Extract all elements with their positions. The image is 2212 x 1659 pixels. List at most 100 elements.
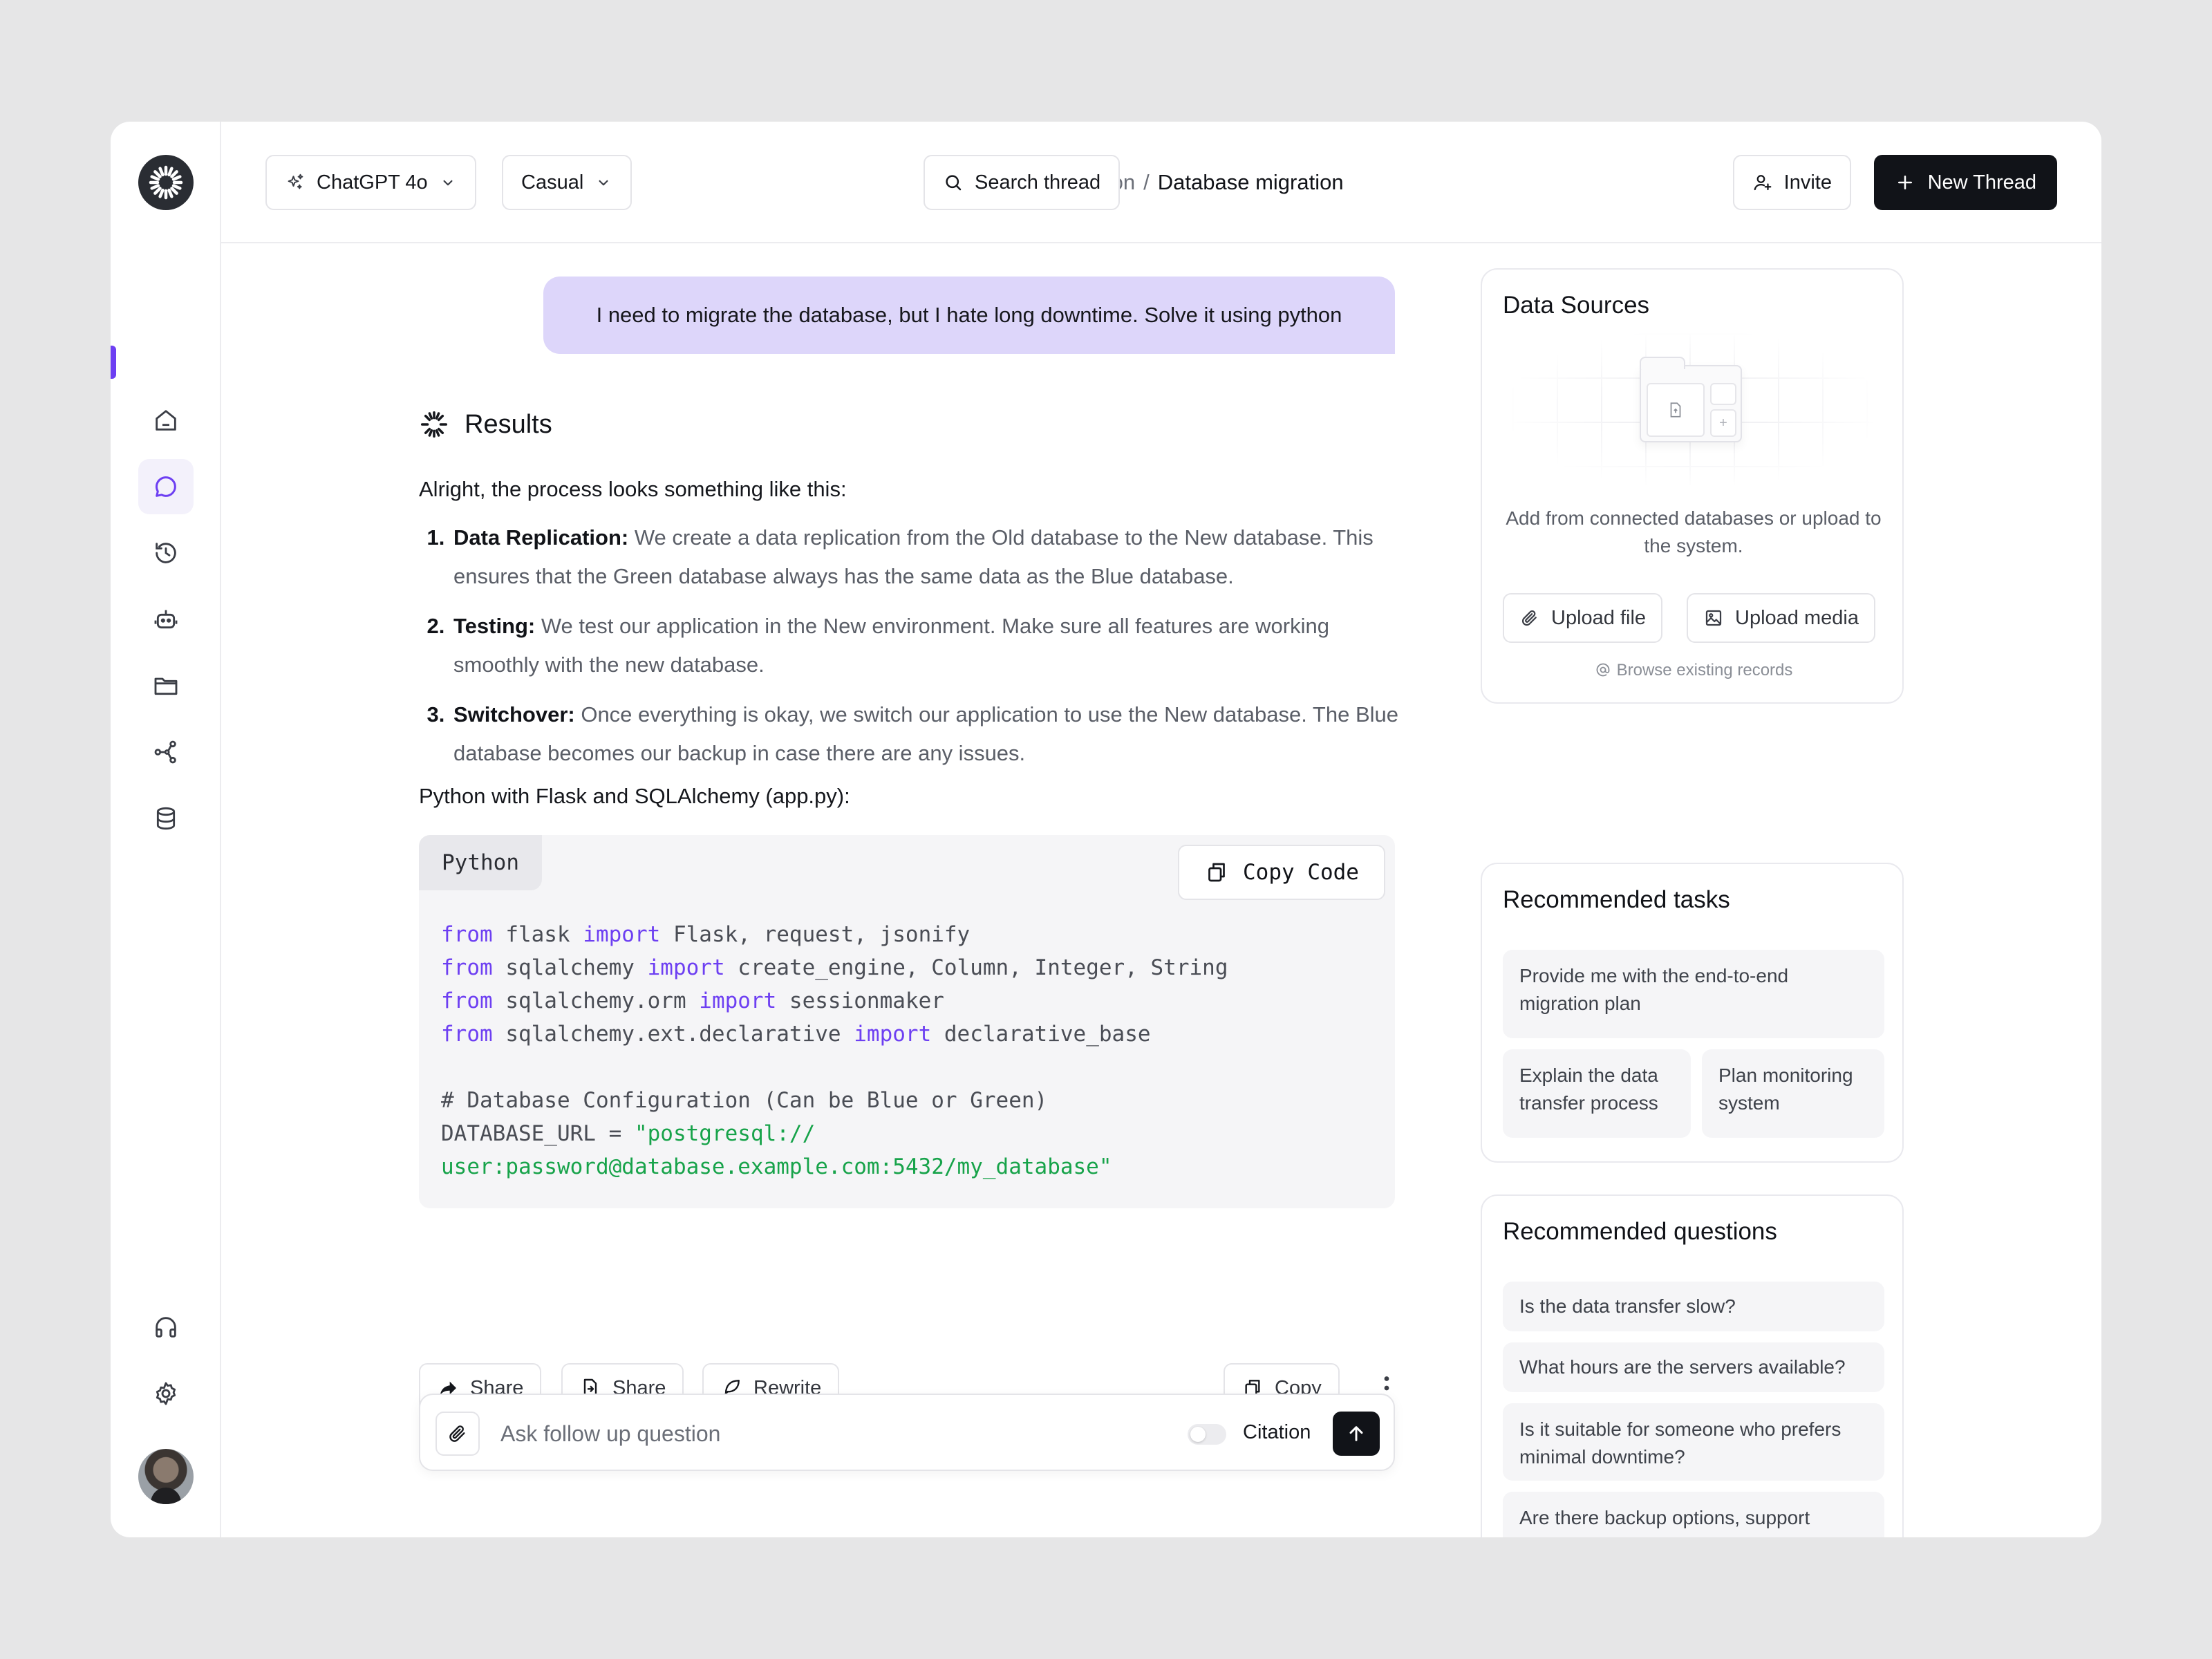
upload-media-button[interactable]: Upload media: [1687, 593, 1875, 643]
breadcrumb-current: Database migration: [1157, 170, 1344, 194]
step-title: Data Replication:: [453, 525, 629, 550]
search-thread-label: Search thread: [975, 171, 1101, 194]
step-title: Testing:: [453, 614, 536, 638]
sidebar: [111, 122, 221, 1537]
copy-code-label: Copy Code: [1243, 860, 1359, 885]
code-keyword: from: [441, 1022, 493, 1047]
model-selector[interactable]: ChatGPT 4o: [265, 155, 476, 210]
nav-history[interactable]: [138, 525, 194, 581]
task-chip[interactable]: Plan monitoring system: [1702, 1049, 1884, 1138]
file-icon: [1647, 383, 1705, 437]
code-line: DATABASE_URL = "postgresql://: [441, 1117, 1228, 1150]
results-heading: Results: [419, 409, 552, 440]
search-icon: [946, 175, 962, 191]
code-token: sessionmaker: [776, 988, 944, 1013]
share-nodes-icon: [154, 740, 176, 764]
code-token: sqlalchemy: [492, 955, 648, 980]
code-keyword: from: [441, 955, 493, 980]
top-bar: ChatGPT 4o Casual Collection / Database …: [221, 122, 2101, 243]
user-message-text: I need to migrate the database, but I ha…: [596, 303, 1342, 327]
plus-icon: [1897, 176, 1912, 189]
breadcrumb-separator: /: [1143, 170, 1150, 194]
chevron-down-icon: [599, 180, 608, 186]
nav-home[interactable]: [138, 393, 194, 448]
follow-up-input[interactable]: [500, 1412, 1123, 1456]
invite-label: Invite: [1783, 171, 1832, 194]
new-thread-button[interactable]: New Thread: [1873, 155, 2057, 210]
upload-file-label: Upload file: [1551, 606, 1647, 629]
list-item: Testing: We test our application in the …: [451, 607, 1400, 684]
arrow-up-icon: [1349, 1426, 1363, 1441]
citation-toggle[interactable]: [1188, 1424, 1226, 1445]
sparkle-icon: [288, 174, 303, 189]
history-icon: [156, 543, 176, 563]
app-window: ChatGPT 4o Casual Collection / Database …: [111, 122, 2101, 1537]
task-chip[interactable]: Explain the data transfer process: [1503, 1049, 1691, 1138]
user-avatar[interactable]: [138, 1449, 194, 1504]
list-item: Data Replication: We create a data repli…: [451, 518, 1400, 596]
nav-database[interactable]: [138, 791, 194, 846]
composer: Citation: [419, 1394, 1395, 1471]
task-chip[interactable]: Provide me with the end-to-end migration…: [1503, 950, 1884, 1038]
upload-media-label: Upload media: [1735, 606, 1859, 629]
question-chip[interactable]: Are there backup options, support channe…: [1503, 1492, 1884, 1537]
tone-selector[interactable]: Casual: [502, 155, 632, 210]
bot-icon: [154, 610, 178, 629]
code-line: # Database Configuration (Can be Blue or…: [441, 1084, 1228, 1117]
code-keyword: import: [583, 922, 661, 947]
code-keyword: from: [441, 922, 493, 947]
code-token: sqlalchemy.orm: [492, 988, 700, 1013]
tone-label: Casual: [521, 171, 584, 194]
code-token: create_engine, Column, Integer, String: [724, 955, 1228, 980]
code-line: from flask import Flask, request, jsonif…: [441, 918, 1228, 951]
nav-integrations[interactable]: [138, 724, 194, 780]
nav-folder[interactable]: [138, 658, 194, 713]
logo-icon[interactable]: [138, 155, 194, 210]
code-keyword: import: [854, 1022, 932, 1047]
folder-illustration-icon: +: [1640, 357, 1742, 442]
code-line: user:password@database.example.com:5432/…: [441, 1150, 1228, 1183]
search-thread-button[interactable]: Search thread: [924, 155, 1121, 210]
image-icon: [1705, 610, 1722, 626]
data-sources-description: Add from connected databases or upload t…: [1506, 507, 1882, 556]
chevron-down-icon: [443, 180, 453, 186]
code-line: from sqlalchemy.orm import sessionmaker: [441, 984, 1228, 1018]
citation-label: Citation: [1243, 1421, 1311, 1443]
nav-chat[interactable]: [138, 459, 194, 514]
code-keyword: from: [441, 988, 493, 1013]
active-nav-indicator: [111, 346, 116, 379]
results-title: Results: [465, 409, 552, 439]
code-token: sqlalchemy.ext.declarative: [492, 1022, 854, 1047]
headset-icon: [156, 1317, 176, 1338]
invite-button[interactable]: Invite: [1732, 155, 1851, 210]
nav-bot[interactable]: [138, 592, 194, 647]
recommended-questions-card: Recommended questions Is the data transf…: [1481, 1194, 1904, 1537]
data-sources-title: Data Sources: [1503, 292, 1650, 319]
question-chip[interactable]: Is the data transfer slow?: [1503, 1282, 1884, 1331]
attach-button[interactable]: [435, 1412, 480, 1456]
recommended-questions-title: Recommended questions: [1503, 1218, 1777, 1245]
paperclip-icon: [1521, 610, 1537, 626]
nav-support[interactable]: [138, 1300, 194, 1355]
at-icon: [1596, 663, 1610, 677]
folder-icon: [154, 677, 178, 695]
code-content: from flask import Flask, request, jsonif…: [441, 918, 1228, 1183]
send-button[interactable]: [1333, 1412, 1380, 1456]
nav-settings[interactable]: [138, 1366, 194, 1421]
browse-records-label: Browse existing records: [1616, 661, 1793, 679]
upload-file-button[interactable]: Upload file: [1503, 593, 1663, 643]
copy-code-button[interactable]: Copy Code: [1178, 845, 1385, 900]
recommended-tasks-card: Recommended tasks Provide me with the en…: [1481, 863, 1904, 1163]
answer-intro: Alright, the process looks something lik…: [419, 477, 847, 501]
code-line: from sqlalchemy.ext.declarative import d…: [441, 1018, 1228, 1051]
question-chip[interactable]: Is it suitable for someone who prefers m…: [1503, 1403, 1884, 1481]
code-keyword: import: [699, 988, 777, 1013]
browse-records-link[interactable]: Browse existing records: [1503, 661, 1884, 680]
question-chip[interactable]: What hours are the servers available?: [1503, 1342, 1884, 1392]
data-sources-card: Data Sources + Add from connected databa…: [1481, 268, 1904, 704]
spark-logo-icon: [420, 411, 448, 438]
code-language-tag: Python: [419, 835, 542, 890]
code-token: DATABASE_URL =: [441, 1121, 635, 1146]
step-text: We test our application in the New envir…: [453, 614, 1329, 677]
